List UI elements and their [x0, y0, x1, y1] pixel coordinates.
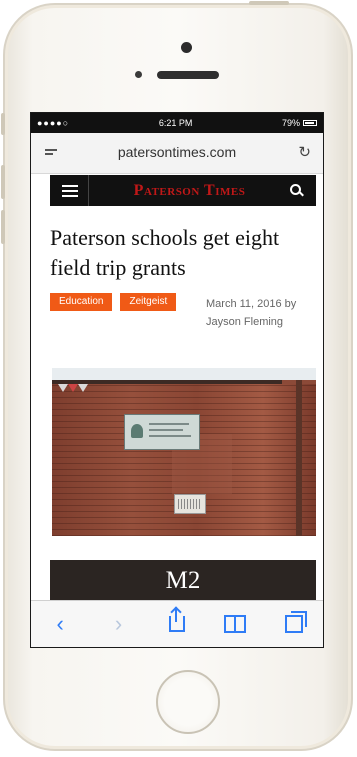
browser-toolbar: ‹ ›	[31, 600, 323, 647]
chevron-left-icon: ‹	[56, 611, 64, 636]
share-icon	[168, 608, 185, 632]
forward-button[interactable]: ›	[104, 611, 134, 637]
phone-screen: ●●●●○ 6:21 PM 79% patersontimes.com ↻ Pa…	[30, 112, 324, 648]
url-text[interactable]: patersontimes.com	[31, 144, 323, 160]
chevron-right-icon: ›	[114, 611, 123, 636]
air-conditioner-image	[174, 494, 206, 514]
search-icon[interactable]	[290, 183, 304, 198]
earpiece-speaker	[157, 71, 219, 79]
book-icon	[224, 615, 247, 633]
battery-icon	[302, 120, 317, 126]
school-sign-image	[124, 414, 200, 450]
front-camera	[181, 42, 192, 53]
back-button[interactable]: ‹	[45, 611, 75, 637]
battery-percent: 79%	[281, 118, 300, 128]
article-headline: Paterson schools get eight field trip gr…	[50, 225, 280, 280]
share-button[interactable]	[162, 608, 192, 632]
address-bar[interactable]: patersontimes.com ↻	[31, 133, 323, 174]
tabs-icon	[284, 611, 307, 633]
byline-date: March 11, 2016 by	[206, 298, 297, 310]
site-masthead[interactable]: Paterson Times	[89, 182, 290, 200]
proximity-sensor	[135, 71, 142, 78]
status-right: 79%	[282, 118, 317, 128]
reload-icon[interactable]: ↻	[298, 143, 311, 161]
menu-icon[interactable]	[62, 182, 78, 200]
byline-author[interactable]: Jayson Fleming	[206, 313, 316, 331]
site-header: Paterson Times	[50, 175, 316, 206]
article-tags: Education Zeitgeist	[50, 293, 177, 311]
tag-education[interactable]: Education	[50, 293, 113, 311]
mute-switch	[1, 113, 5, 135]
article-byline: March 11, 2016 by Jayson Fleming	[206, 295, 316, 331]
article-photo	[52, 368, 316, 536]
tabs-button[interactable]	[279, 611, 309, 633]
status-time: 6:21 PM	[158, 118, 193, 128]
volume-down-button	[1, 210, 5, 244]
home-button[interactable]	[156, 670, 220, 734]
tag-zeitgeist[interactable]: Zeitgeist	[120, 293, 177, 311]
bookmarks-button[interactable]	[220, 615, 250, 633]
status-bar: ●●●●○ 6:21 PM 79%	[31, 113, 323, 133]
signal-strength: ●●●●○	[37, 118, 70, 128]
ad-banner[interactable]: M2	[50, 560, 316, 602]
power-button	[249, 1, 289, 5]
volume-up-button	[1, 165, 5, 199]
